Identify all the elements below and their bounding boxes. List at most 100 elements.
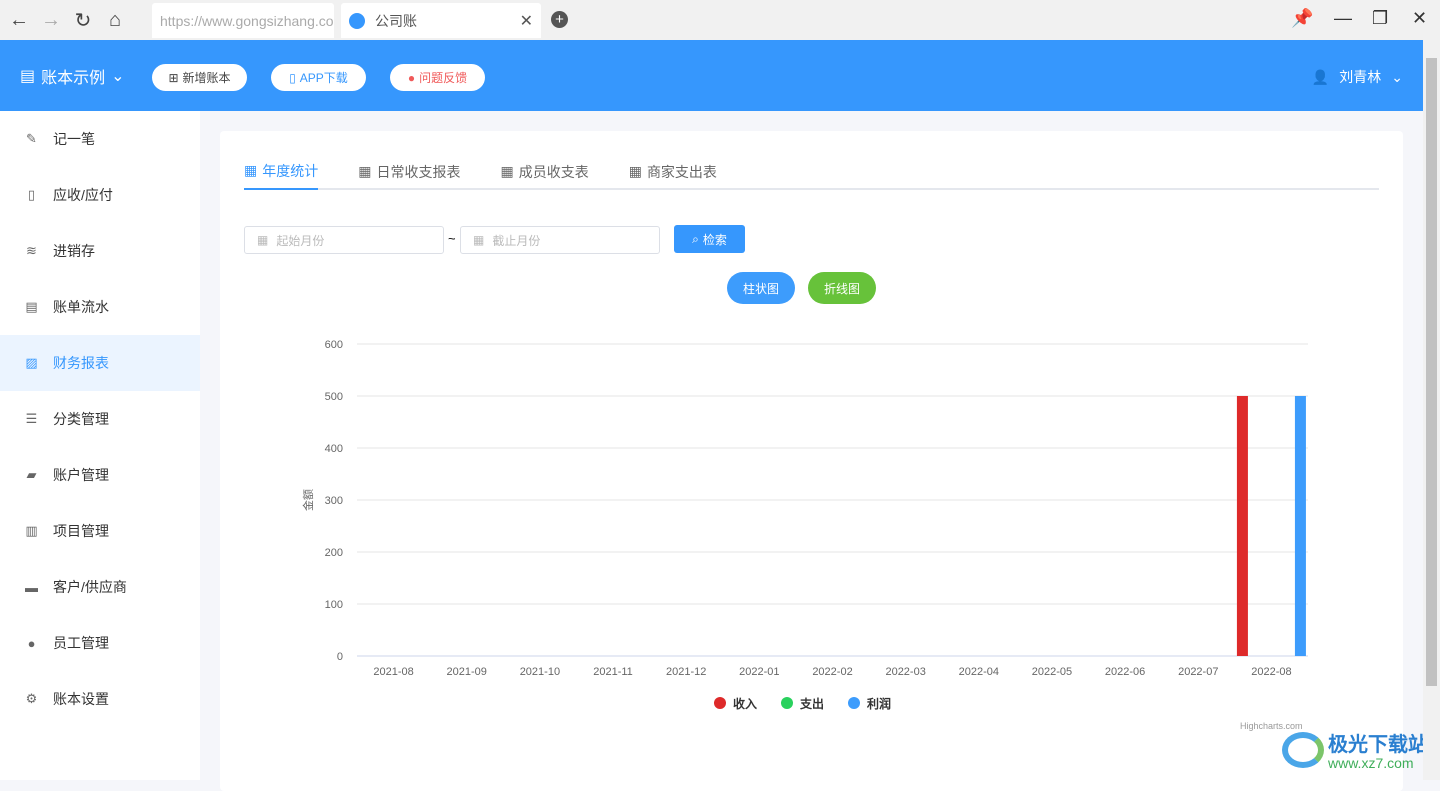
chevron-down-icon: ⌄: [111, 67, 125, 85]
user-name: 刘青林: [1339, 69, 1382, 85]
y-tick-label: 200: [325, 547, 343, 559]
sidebar-item-label: 项目管理: [53, 523, 109, 539]
browser-toolbar: ← → ↻ ⌂ https://www.gongsizhang.com 公司账 …: [0, 0, 1440, 40]
sidebar-item-label: 记一笔: [53, 131, 95, 147]
legend-marker[interactable]: [781, 697, 793, 709]
user-menu[interactable]: 👤 刘青林 ⌄: [1312, 67, 1403, 87]
sidebar-item-8[interactable]: ▬ 客户/供应商: [0, 559, 200, 615]
legend-marker[interactable]: [714, 697, 726, 709]
sidebar-item-label: 员工管理: [53, 635, 109, 651]
tab-active[interactable]: 公司账 ✕: [341, 3, 541, 38]
sidebar-item-label: 分类管理: [53, 411, 109, 427]
sidebar-item-3[interactable]: ▤ 账单流水: [0, 279, 200, 335]
phone-icon: ▯: [289, 70, 296, 85]
scrollbar-thumb[interactable]: [1426, 58, 1437, 686]
x-tick-label: 2021-12: [666, 666, 706, 678]
sidebar-item-label: 财务报表: [53, 355, 109, 371]
label: 新增账本: [182, 71, 231, 85]
sidebar-item-10[interactable]: ⚙ 账本设置: [0, 671, 200, 727]
feedback-button[interactable]: ● 问题反馈: [390, 64, 485, 91]
sidebar-item-4[interactable]: ▨ 财务报表: [0, 335, 200, 391]
back-icon[interactable]: ←: [6, 7, 32, 33]
x-tick-label: 2022-01: [739, 666, 779, 678]
y-tick-label: 600: [325, 339, 343, 351]
user-icon: ●: [27, 635, 36, 651]
scrollbar[interactable]: [1423, 40, 1440, 780]
legend-item[interactable]: 收入: [733, 696, 757, 711]
project-icon: ▥: [25, 523, 38, 538]
y-tick-label: 100: [325, 599, 343, 611]
restore-icon[interactable]: ❐: [1372, 8, 1388, 29]
pen-icon: ✎: [26, 131, 37, 146]
label: 问题反馈: [419, 71, 468, 85]
main-panel: ▦ 年度统计 ▦ 日常收支报表 ▦ 成员收支表 ▦ 商家支出表 ▦ 起始月份 ~ ▦ 截止月…: [220, 131, 1403, 791]
reload-icon[interactable]: ↻: [70, 7, 96, 33]
sidebar-item-1[interactable]: ▯ 应收/应付: [0, 167, 200, 223]
new-tab-icon[interactable]: +: [551, 11, 568, 28]
new-book-button[interactable]: ⊞ 新增账本: [152, 64, 247, 91]
x-tick-label: 2022-04: [959, 666, 999, 678]
sidebar-item-label: 客户/供应商: [53, 579, 127, 595]
sidebar-item-label: 账户管理: [53, 467, 109, 483]
database-icon: ≋: [26, 243, 37, 258]
url-tab[interactable]: https://www.gongsizhang.com: [152, 3, 334, 38]
store-icon: ▬: [25, 579, 38, 595]
chevron-down-icon: ⌄: [1391, 68, 1403, 85]
x-tick-label: 2022-06: [1105, 666, 1145, 678]
home-icon[interactable]: ⌂: [102, 7, 128, 33]
watermark-logo: 极光下载站 www.xz7.com: [1282, 728, 1432, 776]
x-tick-label: 2021-11: [593, 666, 633, 678]
app-header: ▤ 账本示例 ⌄ ⊞ 新增账本 ▯ APP下载 ● 问题反馈 👤 刘青林 ⌄: [0, 40, 1423, 111]
sidebar-item-9[interactable]: ● 员工管理: [0, 615, 200, 671]
label: APP下载: [299, 71, 348, 85]
x-tick-label: 2021-08: [373, 666, 413, 678]
chart-icon: ▨: [25, 355, 38, 370]
close-window-icon[interactable]: ✕: [1412, 8, 1427, 29]
book-icon: ▯: [27, 187, 36, 202]
wallet-icon: ▰: [26, 467, 37, 482]
bar-chart: 0 100 200 300 400 500 600 金额 2021-08 2021-09 2021-…: [301, 339, 1308, 711]
gear-icon: ⚙: [25, 691, 38, 706]
book-selector[interactable]: ▤ 账本示例 ⌄: [20, 64, 125, 88]
x-tick-label: 2022-07: [1178, 666, 1218, 678]
x-tick-label: 2022-08: [1251, 666, 1291, 678]
sidebar-item-label: 进销存: [53, 243, 95, 259]
sidebar: ✎ 记一笔 ▯ 应收/应付 ≋ 进销存 ▤ 账单流水 ▨ 财务报表 ☰ 分类管理 ▰ 账户管理 ▥ 项目管理 ▬…: [0, 111, 200, 780]
x-tick-label: 2021-10: [520, 666, 560, 678]
site-logo-icon: [349, 12, 365, 29]
user-icon: 👤: [1311, 68, 1330, 85]
y-axis-label: 金额: [301, 489, 315, 511]
y-tick-label: 500: [325, 391, 343, 403]
y-tick-label: 400: [325, 443, 343, 455]
x-tick-label: 2022-02: [812, 666, 852, 678]
legend-item[interactable]: 支出: [799, 696, 824, 711]
tab-title: 公司账: [375, 12, 417, 29]
clipboard-icon: ▤: [25, 299, 38, 314]
sidebar-item-7[interactable]: ▥ 项目管理: [0, 503, 200, 559]
legend-item[interactable]: 利润: [867, 696, 891, 711]
legend-marker[interactable]: [848, 697, 860, 709]
close-tab-icon[interactable]: ✕: [520, 11, 533, 31]
sidebar-item-5[interactable]: ☰ 分类管理: [0, 391, 200, 447]
forward-icon[interactable]: →: [38, 7, 64, 33]
folder-plus-icon: ⊞: [168, 70, 179, 85]
app-download-button[interactable]: ▯ APP下载: [271, 64, 366, 91]
sidebar-item-label: 应收/应付: [53, 187, 113, 203]
minimize-icon[interactable]: —: [1334, 8, 1352, 29]
question-icon: ●: [407, 70, 416, 85]
sliders-icon: ☰: [25, 411, 38, 426]
x-tick-label: 2022-05: [1032, 666, 1072, 678]
y-tick-label: 300: [325, 495, 343, 507]
bar-利润[interactable]: [1294, 396, 1306, 656]
sidebar-item-label: 账单流水: [53, 299, 109, 315]
sidebar-item-6[interactable]: ▰ 账户管理: [0, 447, 200, 503]
sidebar-item-0[interactable]: ✎ 记一笔: [0, 111, 200, 167]
sidebar-item-2[interactable]: ≋ 进销存: [0, 223, 200, 279]
x-tick-label: 2022-03: [885, 666, 925, 678]
sidebar-item-label: 账本设置: [53, 691, 109, 707]
bar-收入[interactable]: [1236, 396, 1248, 656]
book-name: 账本示例: [41, 69, 106, 87]
y-tick-label: 0: [337, 651, 343, 663]
book-icon: ▤: [20, 67, 36, 85]
pin-icon[interactable]: 📌: [1291, 8, 1313, 29]
